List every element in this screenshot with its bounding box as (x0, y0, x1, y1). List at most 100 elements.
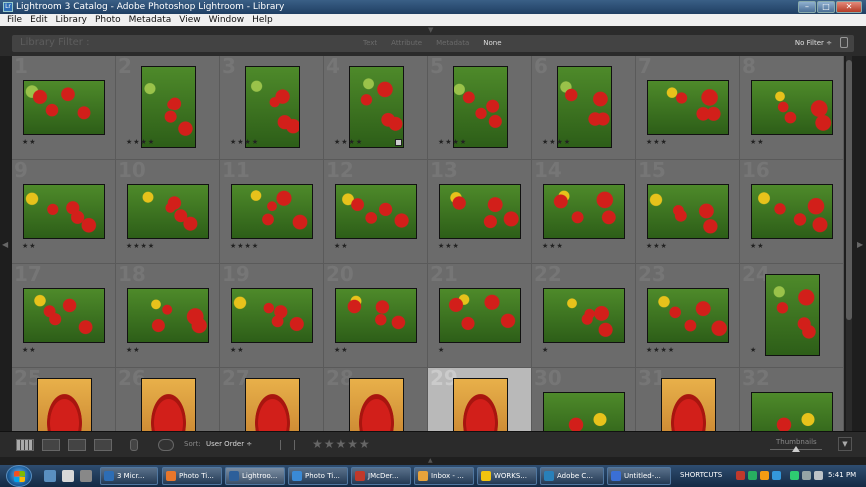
tray-icon[interactable] (790, 471, 799, 480)
grid-cell[interactable]: 26 (116, 366, 220, 431)
star-rating[interactable]: ★★ (126, 346, 141, 354)
star-rating[interactable]: ★★★★ (126, 242, 155, 250)
toolbar-menu-chevron-icon[interactable]: ▼ (838, 437, 852, 451)
right-panel-toggle-icon[interactable]: ▶ (857, 240, 863, 249)
filter-tab-metadata[interactable]: Metadata (430, 39, 475, 47)
grid-cell[interactable]: 10 ★★★★ (116, 158, 220, 264)
star-rating[interactable]: ★★★★ (542, 138, 571, 146)
photo-thumbnail[interactable] (244, 66, 300, 148)
painter-spray-icon[interactable] (130, 439, 138, 451)
photo-thumbnail[interactable] (647, 184, 729, 239)
menu-help[interactable]: Help (248, 14, 277, 26)
rating-stars[interactable]: ★★★★★ (312, 437, 371, 451)
grid-cell[interactable]: 3 ★★★★ (220, 56, 324, 160)
filter-tab-none[interactable]: None (477, 39, 507, 47)
grid-cell[interactable]: 22 ★ (532, 262, 636, 368)
star-rating[interactable]: ★★ (22, 242, 37, 250)
grid-cell[interactable]: 5 ★★★★ (428, 56, 532, 160)
photo-thumbnail[interactable] (140, 66, 196, 148)
sort-direction-icon[interactable] (158, 439, 174, 451)
start-button[interactable] (6, 465, 32, 487)
star-rating[interactable]: ★★★★ (334, 138, 363, 146)
grid-cell[interactable]: 25 (12, 366, 116, 431)
menu-edit[interactable]: Edit (26, 14, 51, 26)
expand-filmstrip-icon[interactable]: ▲ (428, 457, 433, 464)
photo-thumbnail[interactable] (335, 288, 417, 343)
photo-thumbnail[interactable] (439, 288, 521, 343)
menu-library[interactable]: Library (52, 14, 91, 26)
photo-thumbnail[interactable] (231, 288, 313, 343)
star-rating[interactable]: ★★ (334, 346, 349, 354)
star-rating[interactable]: ★★ (334, 242, 349, 250)
left-panel-toggle-icon[interactable]: ◀ (2, 240, 8, 249)
photo-thumbnail[interactable] (556, 66, 612, 148)
photo-thumbnail[interactable] (647, 288, 729, 343)
star-rating[interactable]: ★★ (750, 242, 765, 250)
survey-view-icon[interactable] (94, 439, 112, 451)
grid-view-icon[interactable] (16, 439, 34, 451)
grid-cell[interactable]: 11 ★★★★ (220, 158, 324, 264)
photo-thumbnail[interactable] (543, 184, 625, 239)
photo-thumbnail[interactable] (348, 66, 404, 148)
show-desktop-icon[interactable] (44, 470, 56, 482)
photo-thumbnail[interactable] (23, 288, 105, 343)
photo-thumbnail[interactable] (140, 378, 196, 431)
photo-thumbnail[interactable] (543, 288, 625, 343)
star-rating[interactable]: ★★★ (646, 138, 668, 146)
grid-cell[interactable]: 6 ★★★★ (532, 56, 636, 160)
grid-cell[interactable]: 16 ★★ (740, 158, 844, 264)
star-rating[interactable]: ★★★★ (230, 138, 259, 146)
photo-thumbnail[interactable] (751, 80, 833, 135)
photo-thumbnail[interactable] (23, 80, 105, 135)
star-rating[interactable]: ★★★★ (230, 242, 259, 250)
star-rating[interactable]: ★★ (22, 138, 37, 146)
photo-thumbnail[interactable] (127, 184, 209, 239)
grid-cell[interactable]: 9 ★★ (12, 158, 116, 264)
menu-file[interactable]: File (3, 14, 26, 26)
collapse-top-panel-icon[interactable]: ▼ (428, 26, 433, 34)
taskbar-button[interactable]: Lightroo... (225, 467, 285, 485)
star-rating[interactable]: ★★ (22, 346, 37, 354)
menu-metadata[interactable]: Metadata (125, 14, 176, 26)
photo-thumbnail[interactable] (452, 66, 508, 148)
grid-cell[interactable]: 21 ★ (428, 262, 532, 368)
star-rating[interactable]: ★★★★ (438, 138, 467, 146)
grid-cell[interactable]: 14 ★★★ (532, 158, 636, 264)
photo-thumbnail[interactable] (647, 80, 729, 135)
lock-icon[interactable] (840, 37, 848, 48)
taskbar-button[interactable]: 3 Micr... (100, 467, 158, 485)
compare-view-icon[interactable] (68, 439, 86, 451)
photo-thumbnail[interactable] (660, 378, 716, 431)
quick-launch-icon[interactable] (80, 470, 92, 482)
photo-thumbnail[interactable] (543, 392, 625, 431)
slider-knob[interactable] (792, 446, 800, 452)
maximize-button[interactable]: □ (817, 1, 835, 13)
tray-icon[interactable] (736, 471, 745, 480)
reject-flag-icon[interactable] (294, 440, 302, 450)
tray-icon[interactable] (748, 471, 757, 480)
network-icon[interactable] (802, 471, 811, 480)
photo-thumbnail[interactable] (348, 378, 404, 431)
taskbar-button[interactable]: WORKS... (477, 467, 537, 485)
filter-tab-text[interactable]: Text (357, 39, 383, 47)
grid-cell[interactable]: 18 ★★ (116, 262, 220, 368)
filter-tab-attribute[interactable]: Attribute (385, 39, 428, 47)
photo-thumbnail[interactable] (244, 378, 300, 431)
tray-icon[interactable] (772, 471, 781, 480)
photo-thumbnail[interactable] (127, 288, 209, 343)
photo-thumbnail[interactable] (439, 184, 521, 239)
photo-thumbnail[interactable] (751, 184, 833, 239)
sort-order-dropdown[interactable]: User Order ÷ (206, 440, 252, 448)
grid-cell[interactable]: 27 (220, 366, 324, 431)
menu-photo[interactable]: Photo (91, 14, 125, 26)
taskbar-button[interactable]: Photo Ti... (288, 467, 348, 485)
grid-cell[interactable]: 1 ★★ (12, 56, 116, 160)
edit-badge-icon[interactable] (394, 139, 402, 146)
photo-thumbnail[interactable] (335, 184, 417, 239)
photo-thumbnail[interactable] (36, 378, 92, 431)
star-rating[interactable]: ★ (750, 346, 757, 354)
shortcuts-toolbar[interactable]: SHORTCUTS (680, 471, 722, 479)
grid-cell[interactable]: 2 ★★★★ (116, 56, 220, 160)
taskbar-button[interactable]: Photo Ti... (162, 467, 222, 485)
photo-thumbnail[interactable] (764, 274, 820, 356)
